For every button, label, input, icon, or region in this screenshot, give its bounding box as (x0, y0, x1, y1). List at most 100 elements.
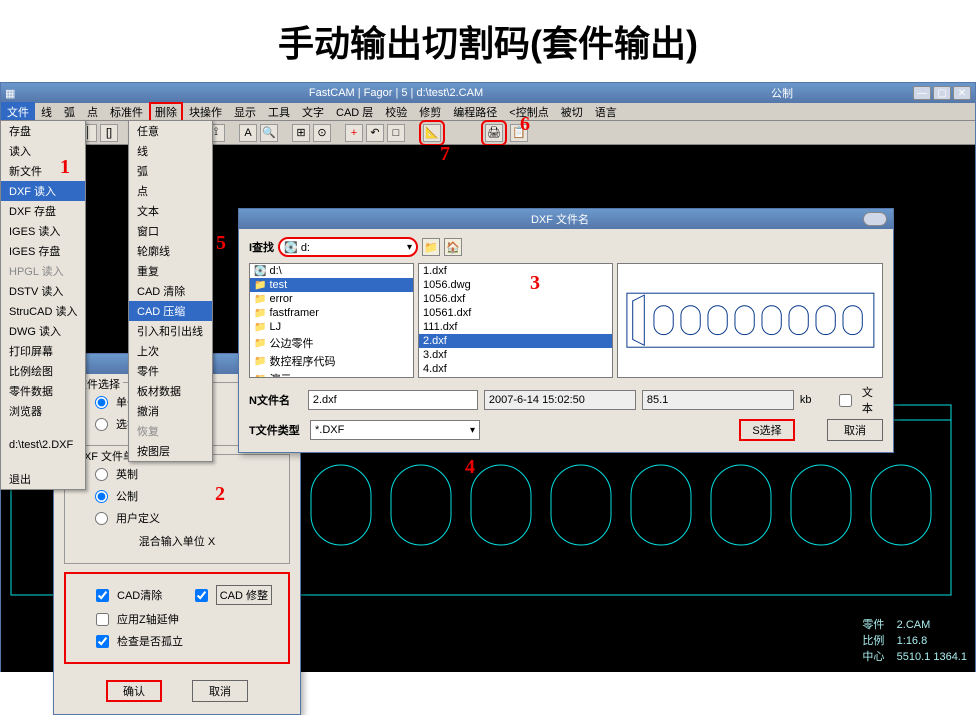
del-layer[interactable]: 按图层 (129, 441, 212, 461)
folder-item[interactable]: 公边零件 (250, 334, 413, 352)
file-menu-recent[interactable]: d:\test\2.DXF (1, 437, 85, 453)
tool-target-icon[interactable]: ⊙ (313, 124, 331, 142)
menu-trim[interactable]: 修剪 (413, 102, 447, 122)
file-item[interactable]: 1056.dwg (419, 278, 612, 292)
file-menu-dropdown[interactable]: 存盘 读入 新文件 DXF 读入 DXF 存盘 IGES 读入 IGES 存盘 … (0, 120, 86, 490)
del-line[interactable]: 线 (129, 141, 212, 161)
maximize-button[interactable]: ▢ (933, 86, 951, 100)
file-menu-print[interactable]: 打印屏幕 (1, 341, 85, 361)
menu-text[interactable]: 文字 (296, 102, 330, 122)
home-button[interactable]: 🏠 (444, 238, 462, 256)
file-menu-iges-save[interactable]: IGES 存盘 (1, 241, 85, 261)
folder-item[interactable]: 数控程序代码 (250, 352, 413, 370)
tool-square-icon[interactable]: □ (387, 124, 405, 142)
folder-item[interactable]: d:\ (250, 264, 413, 278)
del-repeat[interactable]: 重复 (129, 261, 212, 281)
chk-isolate-input[interactable] (96, 635, 109, 648)
tool-print-icon[interactable]: 🖨 (485, 124, 503, 142)
file-list-pane[interactable]: 1.dxf 1056.dwg 1056.dxf 10561.dxf 111.dx… (418, 263, 613, 378)
file-menu-dwg[interactable]: DWG 读入 (1, 321, 85, 341)
menu-file[interactable]: 文件 (1, 102, 35, 122)
del-cad-compress[interactable]: CAD 压缩 (129, 301, 212, 321)
menu-standard[interactable]: 标准件 (104, 102, 149, 122)
del-platedata[interactable]: 板材数据 (129, 381, 212, 401)
menu-delete[interactable]: 删除 (149, 102, 183, 122)
menu-cadlayer[interactable]: CAD 层 (330, 102, 379, 122)
radio-imperial-input[interactable] (95, 468, 108, 481)
close-button[interactable]: ✕ (953, 86, 971, 100)
file-cancel-button[interactable]: 取消 (827, 419, 883, 441)
filetype-combo[interactable]: *.DXF (310, 420, 480, 440)
tool-zoom-icon[interactable]: 🔍 (260, 124, 278, 142)
file-menu-strucad[interactable]: StruCAD 读入 (1, 301, 85, 321)
folder-item[interactable]: LJ (250, 320, 413, 334)
menu-tools[interactable]: 工具 (262, 102, 296, 122)
radio-imperial[interactable]: 英制 (75, 463, 279, 485)
lookin-combo[interactable]: 💽 d: (278, 237, 418, 257)
del-any[interactable]: 任意 (129, 121, 212, 141)
tool-box-icon[interactable]: [] (100, 124, 118, 142)
folder-item[interactable]: fastframer (250, 306, 413, 320)
tool-clipboard-icon[interactable]: 📋 (510, 124, 528, 142)
menu-block[interactable]: 块操作 (183, 102, 228, 122)
tool-grid-icon[interactable]: ⊞ (292, 124, 310, 142)
file-menu-read[interactable]: 读入 (1, 141, 85, 161)
tool-undo-icon[interactable]: ↶ (366, 124, 384, 142)
tool-output-icon[interactable]: 📐 (423, 124, 441, 142)
file-menu-iges-read[interactable]: IGES 读入 (1, 221, 85, 241)
folder-item[interactable]: test (250, 278, 413, 292)
folder-pane[interactable]: d:\ test error fastframer LJ 公边零件 数控程序代码… (249, 263, 414, 378)
del-point[interactable]: 点 (129, 181, 212, 201)
check-cad-clean[interactable]: CAD清除 CAD 修整 (76, 582, 278, 608)
file-menu-hpgl[interactable]: HPGL 读入 (1, 261, 85, 281)
file-menu-partdata[interactable]: 零件数据 (1, 381, 85, 401)
del-cad-clean[interactable]: CAD 清除 (129, 281, 212, 301)
file-item[interactable]: 4.dxf (419, 362, 612, 376)
del-contour[interactable]: 轮廓线 (129, 241, 212, 261)
file-menu-exit[interactable]: 退出 (1, 469, 85, 489)
folder-item[interactable]: error (250, 292, 413, 306)
chk-z-extend-input[interactable] (96, 613, 109, 626)
del-window[interactable]: 窗口 (129, 221, 212, 241)
file-menu-dxf-read[interactable]: DXF 读入 (1, 181, 85, 201)
radio-multi-input[interactable] (95, 418, 108, 431)
menu-bar[interactable]: 文件 线 弧 点 标准件 删除 块操作 显示 工具 文字 CAD 层 校验 修剪… (1, 103, 975, 121)
chk-cad-clean-input[interactable] (96, 589, 109, 602)
menu-ctrlpoint[interactable]: <控制点 (503, 102, 554, 122)
file-item[interactable]: 1.dxf (419, 264, 612, 278)
check-isolate[interactable]: 检查是否孤立 (76, 630, 278, 652)
file-item[interactable]: 10561.dxf (419, 306, 612, 320)
menu-line[interactable]: 线 (35, 102, 58, 122)
file-item[interactable]: 1056.dxf (419, 292, 612, 306)
minimize-button[interactable]: — (913, 86, 931, 100)
del-text[interactable]: 文本 (129, 201, 212, 221)
file-menu-browser[interactable]: 浏览器 (1, 401, 85, 421)
file-item[interactable]: 111.dxf (419, 320, 612, 334)
del-undo[interactable]: 撤消 (129, 401, 212, 421)
select-button[interactable]: S选择 (739, 419, 795, 441)
menu-point[interactable]: 点 (81, 102, 104, 122)
radio-user-input[interactable] (95, 512, 108, 525)
check-z-extend[interactable]: 应用Z轴延伸 (76, 608, 278, 630)
file-dialog-close-icon[interactable] (863, 212, 887, 226)
del-part[interactable]: 零件 (129, 361, 212, 381)
menu-verify[interactable]: 校验 (379, 102, 413, 122)
text-checkbox[interactable] (839, 394, 852, 407)
file-menu-dstv[interactable]: DSTV 读入 (1, 281, 85, 301)
chk-cad-repair-input[interactable] (195, 589, 208, 602)
file-menu-dxf-save[interactable]: DXF 存盘 (1, 201, 85, 221)
menu-progpath[interactable]: 编程路径 (447, 102, 503, 122)
tool-plus-icon[interactable]: + (345, 124, 363, 142)
menu-arc[interactable]: 弧 (58, 102, 81, 122)
menu-cut[interactable]: 被切 (555, 102, 589, 122)
file-item[interactable]: 5.dwg (419, 376, 612, 378)
radio-user[interactable]: 用户定义 (75, 507, 279, 529)
dxf-ok-button[interactable]: 确认 (106, 680, 162, 702)
dxf-cancel-button[interactable]: 取消 (192, 680, 248, 702)
filename-input[interactable] (308, 390, 478, 410)
del-arc[interactable]: 弧 (129, 161, 212, 181)
radio-single-input[interactable] (95, 396, 108, 409)
del-prev[interactable]: 上次 (129, 341, 212, 361)
file-item[interactable]: 3.dxf (419, 348, 612, 362)
file-item[interactable]: 2.dxf (419, 334, 612, 348)
